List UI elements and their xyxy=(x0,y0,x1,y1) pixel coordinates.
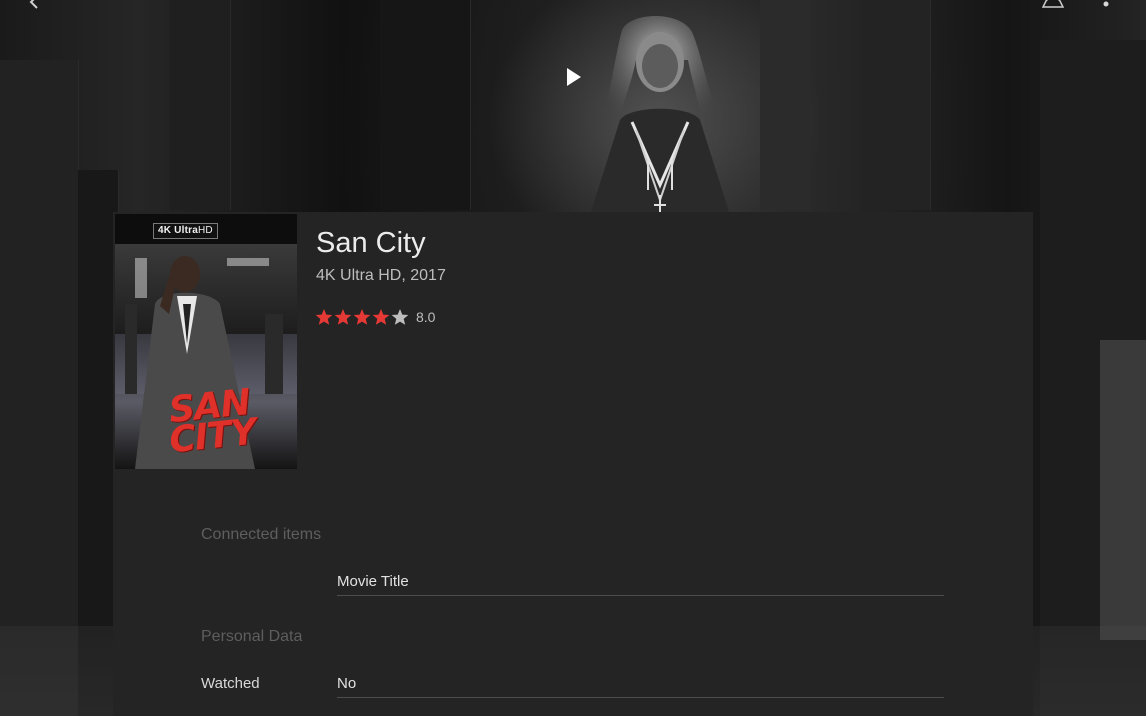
play-trailer-button[interactable] xyxy=(558,62,588,92)
star-filled-icon xyxy=(372,309,390,325)
rating-value: 8.0 xyxy=(416,309,436,325)
star-filled-icon xyxy=(334,309,352,325)
movie-title: San City xyxy=(316,227,426,259)
backdrop-figure xyxy=(590,16,730,215)
movie-detail-screen: 4K UltraHD SAN CITY San City 4K Ultra HD… xyxy=(0,0,1146,716)
watched-label: Watched xyxy=(201,675,260,692)
star-filled-icon xyxy=(315,309,333,325)
connected-items-header: Connected items xyxy=(201,526,322,543)
chevron-left-icon[interactable] xyxy=(28,0,42,12)
star-filled-icon xyxy=(353,309,371,325)
star-empty-icon xyxy=(391,309,409,325)
uhd-badge: 4K UltraHD xyxy=(153,223,218,239)
person-icon[interactable] xyxy=(1041,0,1065,12)
rating-stars xyxy=(315,308,410,326)
personal-data-header: Personal Data xyxy=(201,628,303,645)
movie-poster[interactable]: 4K UltraHD SAN CITY xyxy=(115,214,297,469)
rating: 8.0 xyxy=(315,306,435,328)
movie-detail-card: 4K UltraHD SAN CITY San City 4K Ultra HD… xyxy=(113,212,1033,716)
connected-item-movie-title[interactable]: Movie Title xyxy=(337,572,944,596)
watched-value[interactable]: No xyxy=(337,674,944,698)
more-vertical-icon[interactable] xyxy=(1102,0,1110,12)
movie-subtitle: 4K Ultra HD, 2017 xyxy=(316,267,446,284)
play-icon xyxy=(567,68,581,86)
